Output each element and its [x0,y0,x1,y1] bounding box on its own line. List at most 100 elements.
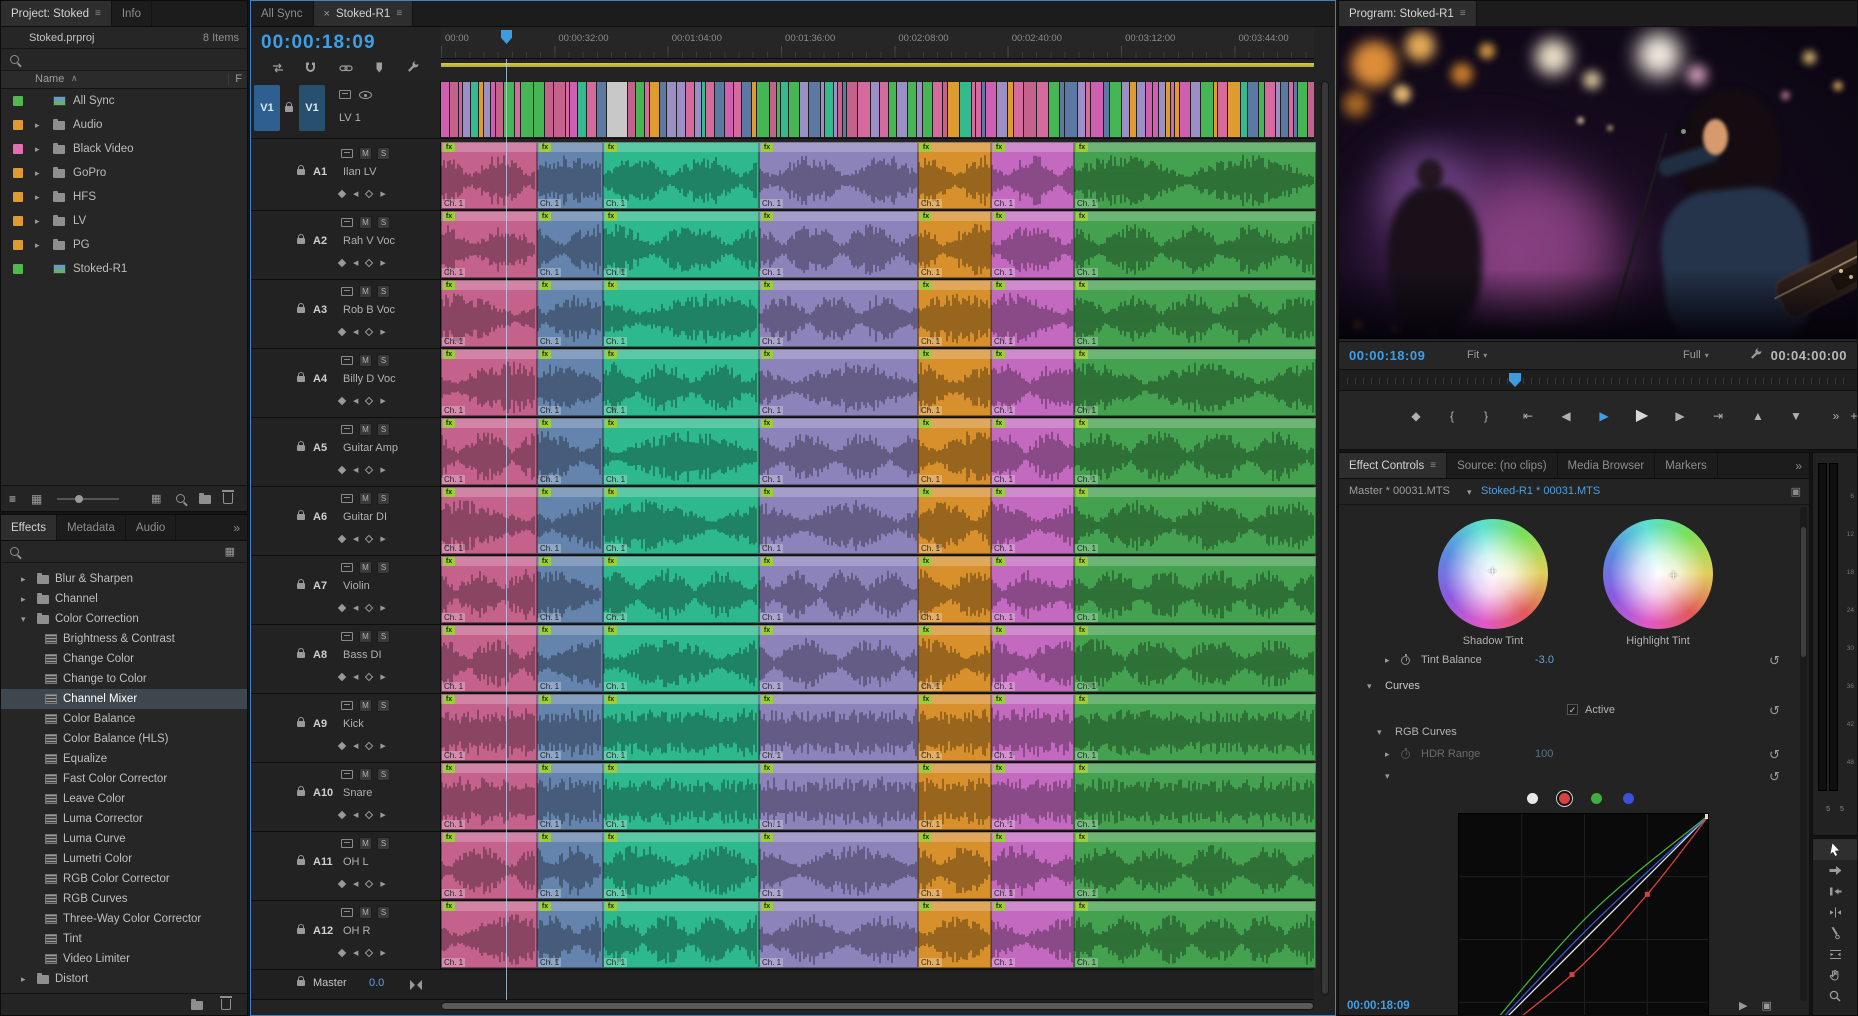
video-clip-stripe[interactable] [441,82,449,137]
keyframe-icon[interactable] [365,880,373,888]
audio-clip[interactable]: fxCh. 1 [991,418,1074,485]
track-name[interactable]: Guitar Amp [343,442,398,454]
video-clip-stripe[interactable] [1171,82,1174,137]
lift-button[interactable]: ▲ [1747,409,1769,423]
solo-button[interactable]: S [377,699,390,712]
add-keyframe-icon[interactable] [338,949,346,957]
clip-fx-badge[interactable]: fx [761,281,773,290]
effects-bin-distort[interactable]: ▸Distort [1,969,247,989]
linked-selection-icon[interactable] [339,61,353,78]
keyframe-icon[interactable] [365,949,373,957]
mute-button[interactable]: M [359,492,372,505]
video-clip-stripe[interactable] [660,82,666,137]
track-lock-icon[interactable] [297,859,305,865]
audio-clip[interactable]: fxCh. 1 [441,832,537,899]
clip-fx-badge[interactable]: fx [1076,557,1088,566]
panel-menu-icon[interactable]: ≡ [396,8,402,19]
effect-item-color-balance-hls-[interactable]: Color Balance (HLS) [1,729,247,749]
video-clip-stripe[interactable] [702,82,705,137]
tab-effect-controls[interactable]: Effect Controls ≡ [1339,453,1447,478]
program-playhead-marker[interactable] [1509,373,1521,387]
video-clip-stripe[interactable] [1137,82,1145,137]
video-clip-stripe[interactable] [521,82,533,137]
disclosure-triangle-icon[interactable]: ▸ [1385,655,1390,666]
track-settings-icon[interactable] [339,90,351,99]
audio-clip[interactable]: fxCh. 1 [991,142,1074,209]
clip-fx-badge[interactable]: fx [539,626,551,635]
audio-clip[interactable]: fxCh. 1 [759,763,918,830]
clip-fx-badge[interactable]: fx [539,419,551,428]
clip-fx-badge[interactable]: fx [920,902,932,911]
video-clip-stripe[interactable] [1298,82,1307,137]
add-keyframe-icon[interactable] [338,259,346,267]
timeline-horizontal-scrollbar[interactable] [441,1002,1314,1010]
add-keyframe-icon[interactable] [338,604,346,612]
track-name[interactable]: Ilan LV [343,166,376,178]
video-clip-stripe[interactable] [1248,82,1258,137]
curves-effect-header[interactable]: ▾ Curves [1339,677,1797,697]
clip-fx-badge[interactable]: fx [1076,350,1088,359]
clip-fx-badge[interactable]: fx [605,419,617,428]
disclosure-triangle-icon[interactable]: ▸ [35,209,40,233]
audio-clip[interactable]: fxCh. 1 [1074,694,1316,761]
track-name[interactable]: Guitar DI [343,511,387,523]
video-clip-stripe[interactable] [677,82,685,137]
audio-clip[interactable]: fxCh. 1 [1074,142,1316,209]
audio-clip[interactable]: fxCh. 1 [1074,418,1316,485]
prev-keyframe-icon[interactable]: ◀ [353,673,358,681]
video-clip-stripe[interactable] [1180,82,1190,137]
toggle-effects-icon[interactable]: ▣ [1761,999,1771,1012]
clip-fx-badge[interactable]: fx [605,488,617,497]
clip-fx-badge[interactable]: fx [605,695,617,704]
audio-clip[interactable]: fxCh. 1 [537,694,603,761]
audio-clip[interactable]: fxCh. 1 [603,901,759,968]
clip-fx-badge[interactable]: fx [443,350,455,359]
shadow-tint-wheel[interactable]: + Shadow Tint [1438,519,1548,647]
video-clip-stripe[interactable] [1153,82,1158,137]
clip-fx-badge[interactable]: fx [539,557,551,566]
track-name[interactable]: Billy D Voc [343,373,396,385]
tab-info[interactable]: Info [112,1,152,26]
audio-clip[interactable]: fxCh. 1 [759,418,918,485]
highlight-tint-wheel[interactable]: + Highlight Tint [1603,519,1713,647]
audio-clip[interactable]: fxCh. 1 [441,211,537,278]
video-clip-stripe[interactable] [770,82,776,137]
reset-param-icon[interactable]: ↺ [1769,769,1780,785]
clip-fx-badge[interactable]: fx [761,695,773,704]
clip-fx-badge[interactable]: fx [605,350,617,359]
video-clip-stripe[interactable] [742,82,751,137]
solo-button[interactable]: S [377,768,390,781]
reset-param-icon[interactable]: ↺ [1769,747,1780,763]
tab-media-browser[interactable]: Media Browser [1558,453,1656,478]
panel-menu-icon[interactable]: ≡ [95,8,101,19]
selection-tool[interactable] [1813,839,1857,860]
video-clip-lane[interactable] [441,81,1314,138]
track-lock-icon[interactable] [297,928,305,934]
clip-fx-badge[interactable]: fx [539,902,551,911]
audio-clip[interactable]: fxCh. 1 [1074,280,1316,347]
master-channel-button[interactable] [1527,793,1538,804]
tab-metadata[interactable]: Metadata [57,515,126,540]
track-name[interactable]: Violin [343,580,370,592]
video-clip-stripe[interactable] [1281,82,1288,137]
rgb-curves-graph[interactable] [1458,813,1709,1016]
track-select-forward-tool[interactable] [1813,860,1857,881]
timeline-vertical-scrollbar[interactable] [1321,81,1329,995]
next-keyframe-icon[interactable]: ▶ [380,604,385,612]
effect-item-luma-curve[interactable]: Luma Curve [1,829,247,849]
mute-button[interactable]: M [359,906,372,919]
video-clip-stripe[interactable] [471,82,478,137]
video-clip-stripe[interactable] [986,82,996,137]
effect-item-color-balance[interactable]: Color Balance [1,709,247,729]
keyframe-icon[interactable] [365,535,373,543]
clip-fx-badge[interactable]: fx [1076,764,1088,773]
clip-fx-badge[interactable]: fx [993,212,1005,221]
track-lock-icon[interactable] [297,169,305,175]
next-keyframe-icon[interactable]: ▶ [380,880,385,888]
clip-fx-badge[interactable]: fx [443,212,455,221]
clip-fx-badge[interactable]: fx [993,281,1005,290]
project-search-field[interactable] [1,49,247,71]
track-settings-icon[interactable] [341,494,353,503]
clip-fx-badge[interactable]: fx [993,488,1005,497]
clip-fx-badge[interactable]: fx [605,833,617,842]
